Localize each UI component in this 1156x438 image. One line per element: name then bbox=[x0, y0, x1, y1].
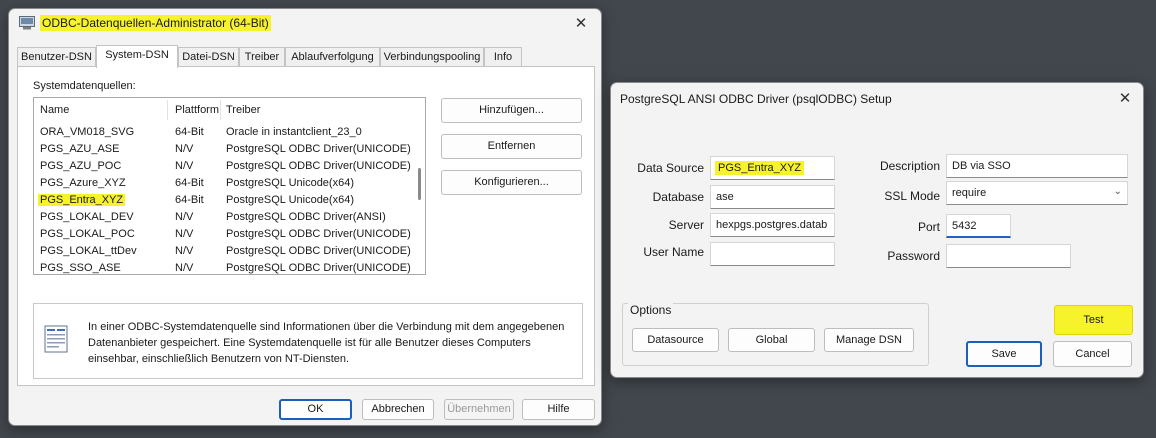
row-platform: 64-Bit bbox=[175, 177, 204, 189]
list-row-ora-vm018-svg[interactable]: ORA_VM018_SVG 64-Bit Oracle in instantcl… bbox=[34, 124, 414, 141]
column-header-platform[interactable]: Plattform bbox=[175, 104, 219, 116]
list-scrollbar[interactable] bbox=[415, 98, 424, 274]
add-button[interactable]: Hinzufügen... bbox=[441, 98, 582, 123]
odbc-titlebar[interactable]: ODBC-Datenquellen-Administrator (64-Bit)… bbox=[9, 9, 601, 39]
options-label: Options bbox=[628, 303, 674, 317]
password-label: Password bbox=[887, 249, 940, 263]
data-source-label: Data Source bbox=[637, 161, 704, 175]
row-driver: Oracle in instantclient_23_0 bbox=[226, 126, 362, 138]
info-text: In einer ODBC-Systemdatenquelle sind Inf… bbox=[88, 321, 565, 365]
row-platform: 64-Bit bbox=[175, 194, 204, 206]
row-name: PGS_Azure_XYZ bbox=[40, 177, 126, 189]
list-row-pgs-azu-ase[interactable]: PGS_AZU_ASE N/V PostgreSQL ODBC Driver(U… bbox=[34, 141, 414, 158]
tab-ablaufverfolgung[interactable]: Ablaufverfolgung bbox=[285, 47, 380, 67]
tab-benutzer-dsn[interactable]: Benutzer-DSN bbox=[17, 47, 96, 67]
description-label: Description bbox=[879, 159, 940, 173]
description-field[interactable]: DB via SSO bbox=[946, 154, 1128, 178]
remove-button[interactable]: Entfernen bbox=[441, 134, 582, 159]
column-header-driver[interactable]: Treiber bbox=[226, 104, 260, 116]
column-divider[interactable] bbox=[167, 100, 168, 120]
row-name: PGS_LOKAL_DEV bbox=[40, 211, 134, 223]
list-row-pgs-lokal-dev[interactable]: PGS_LOKAL_DEV N/V PostgreSQL ODBC Driver… bbox=[34, 209, 414, 226]
row-name: PGS_AZU_ASE bbox=[40, 143, 120, 155]
datasource-button[interactable]: Datasource bbox=[632, 328, 719, 352]
manage-dsn-button[interactable]: Manage DSN bbox=[824, 328, 914, 352]
row-name: PGS_LOKAL_POC bbox=[40, 228, 135, 240]
tab-verbindungspooling[interactable]: Verbindungspooling bbox=[380, 47, 484, 67]
list-row-pgs-entra-xyz[interactable]: PGS_Entra_XYZ 64-Bit PostgreSQL Unicode(… bbox=[34, 192, 414, 209]
password-field[interactable] bbox=[946, 244, 1071, 268]
document-info-icon bbox=[44, 325, 68, 353]
cancel-button[interactable]: Abbrechen bbox=[362, 399, 434, 420]
row-platform: N/V bbox=[175, 143, 194, 155]
row-driver: PostgreSQL ODBC Driver(UNICODE) bbox=[226, 143, 411, 155]
row-name: PGS_SSO_ASE bbox=[40, 262, 121, 274]
port-field[interactable]: 5432 bbox=[946, 214, 1011, 238]
row-platform: N/V bbox=[175, 245, 194, 257]
port-label: Port bbox=[917, 220, 940, 234]
row-driver: PostgreSQL ODBC Driver(UNICODE) bbox=[226, 262, 411, 274]
row-platform: N/V bbox=[175, 211, 194, 223]
database-label: Database bbox=[652, 190, 704, 204]
tab-system-dsn[interactable]: System-DSN bbox=[96, 45, 178, 68]
window-title: PostgreSQL ANSI ODBC Driver (psqlODBC) S… bbox=[620, 92, 892, 106]
help-button[interactable]: Hilfe bbox=[522, 399, 595, 420]
row-driver: PostgreSQL ODBC Driver(UNICODE) bbox=[226, 228, 411, 240]
row-driver: PostgreSQL ODBC Driver(UNICODE) bbox=[226, 160, 411, 172]
ssl-mode-select[interactable]: require ⌄ bbox=[946, 181, 1128, 205]
cancel-button[interactable]: Cancel bbox=[1053, 341, 1132, 367]
window-title: ODBC-Datenquellen-Administrator (64-Bit) bbox=[40, 15, 271, 31]
odbc-admin-window: ODBC-Datenquellen-Administrator (64-Bit)… bbox=[8, 8, 602, 426]
row-platform: N/V bbox=[175, 262, 194, 274]
dsn-list[interactable]: Name Plattform Treiber ORA_VM018_SVG 64-… bbox=[33, 97, 426, 275]
list-row-pgs-sso-ase[interactable]: PGS_SSO_ASE N/V PostgreSQL ODBC Driver(U… bbox=[34, 260, 414, 274]
row-platform: N/V bbox=[175, 160, 194, 172]
row-driver: PostgreSQL ODBC Driver(ANSI) bbox=[226, 211, 386, 223]
save-button[interactable]: Save bbox=[966, 341, 1042, 367]
server-field[interactable]: hexpgs.postgres.datab bbox=[710, 213, 835, 237]
ssl-mode-label: SSL Mode bbox=[884, 189, 940, 203]
psqlodbc-setup-window: PostgreSQL ANSI ODBC Driver (psqlODBC) S… bbox=[610, 82, 1144, 378]
row-platform: N/V bbox=[175, 228, 194, 240]
column-header-name[interactable]: Name bbox=[40, 104, 69, 116]
row-name: ORA_VM018_SVG bbox=[40, 126, 135, 138]
test-button[interactable]: Test bbox=[1054, 305, 1133, 335]
odbc-app-icon bbox=[19, 16, 35, 30]
scrollbar-thumb[interactable] bbox=[418, 168, 421, 200]
database-field[interactable]: ase bbox=[710, 185, 835, 209]
row-driver: PostgreSQL Unicode(x64) bbox=[226, 194, 354, 206]
data-source-field[interactable]: PGS_Entra_XYZ bbox=[710, 156, 835, 180]
tab-datei-dsn[interactable]: Datei-DSN bbox=[178, 47, 239, 67]
data-source-value: PGS_Entra_XYZ bbox=[715, 161, 805, 175]
ssl-mode-value: require bbox=[952, 187, 987, 199]
row-driver: PostgreSQL Unicode(x64) bbox=[226, 177, 354, 189]
column-divider[interactable] bbox=[220, 100, 221, 120]
row-name: PGS_AZU_POC bbox=[40, 160, 122, 172]
user-name-field[interactable] bbox=[710, 242, 835, 266]
psql-titlebar[interactable]: PostgreSQL ANSI ODBC Driver (psqlODBC) S… bbox=[611, 83, 1143, 113]
close-icon[interactable]: ✕ bbox=[1110, 87, 1140, 111]
list-label: Systemdatenquellen: bbox=[33, 80, 136, 92]
row-platform: 64-Bit bbox=[175, 126, 204, 138]
list-row-pgs-azure-xyz[interactable]: PGS_Azure_XYZ 64-Bit PostgreSQL Unicode(… bbox=[34, 175, 414, 192]
list-row-pgs-azu-poc[interactable]: PGS_AZU_POC N/V PostgreSQL ODBC Driver(U… bbox=[34, 158, 414, 175]
info-box: In einer ODBC-Systemdatenquelle sind Inf… bbox=[33, 303, 583, 379]
tab-treiber[interactable]: Treiber bbox=[239, 47, 285, 67]
user-name-label: User Name bbox=[643, 245, 704, 259]
server-label: Server bbox=[668, 218, 704, 232]
chevron-down-icon[interactable]: ⌄ bbox=[1114, 186, 1122, 197]
list-row-pgs-lokal-poc[interactable]: PGS_LOKAL_POC N/V PostgreSQL ODBC Driver… bbox=[34, 226, 414, 243]
system-dsn-panel: Systemdatenquellen: Name Plattform Treib… bbox=[17, 66, 595, 386]
tab-info[interactable]: Info bbox=[484, 47, 522, 67]
close-icon[interactable]: ✕ bbox=[566, 12, 596, 36]
ok-button[interactable]: OK bbox=[279, 399, 352, 420]
configure-button[interactable]: Konfigurieren... bbox=[441, 170, 582, 195]
apply-button[interactable]: Übernehmen bbox=[444, 399, 514, 420]
list-row-pgs-lokal-ttdev[interactable]: PGS_LOKAL_ttDev N/V PostgreSQL ODBC Driv… bbox=[34, 243, 414, 260]
row-name: PGS_Entra_XYZ bbox=[38, 194, 126, 206]
row-name: PGS_LOKAL_ttDev bbox=[40, 245, 137, 257]
global-button[interactable]: Global bbox=[728, 328, 815, 352]
row-driver: PostgreSQL ODBC Driver(UNICODE) bbox=[226, 245, 411, 257]
